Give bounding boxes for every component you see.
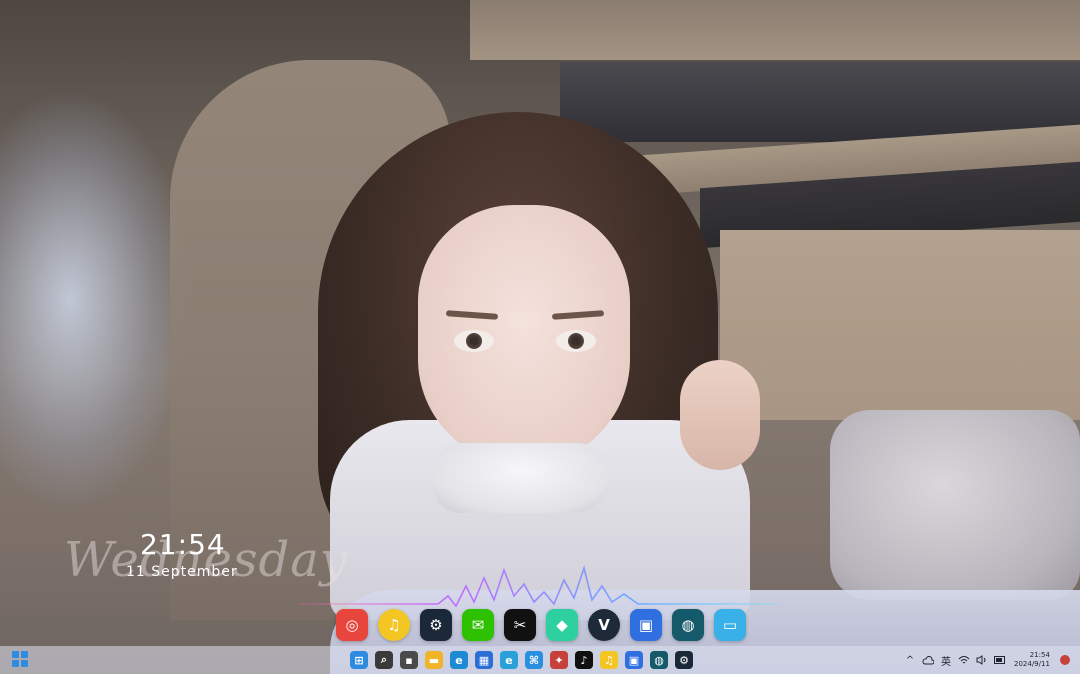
dock-app-wps[interactable]: ◆ <box>546 609 578 641</box>
dock-app-wechat[interactable]: ✉ <box>462 609 494 641</box>
wallpaper-pillow <box>830 410 1080 600</box>
tray-date: 2024/9/11 <box>1014 660 1050 668</box>
tray-overflow-button[interactable]: ^ <box>904 653 916 667</box>
widgets-icon[interactable] <box>12 651 28 667</box>
battery-icon[interactable] <box>994 653 1006 667</box>
wallpaper-figure-arm <box>680 360 760 470</box>
taskbar-app-tiktok[interactable]: ♪ <box>575 651 593 669</box>
wallpaper-figure-eye <box>454 330 494 352</box>
microsoft-store-icon: ▦ <box>478 653 490 667</box>
steam-icon: ⚙ <box>679 653 689 667</box>
screenshot-tool-icon: ▣ <box>628 653 640 667</box>
start-icon: ⊞ <box>354 653 364 667</box>
clock-date: 11 September <box>126 564 238 580</box>
taskbar-apps: ⊞ ⌕ ▪ ▬ e ▦ e ⌘ ✦ ♪ ♫ ▣ ◍ ⚙ <box>350 650 693 670</box>
ime-indicator[interactable]: 英 <box>940 653 952 668</box>
taskbar-app-xbox-app[interactable]: ◍ <box>650 651 668 669</box>
dock-app-netease-music[interactable]: ◎ <box>336 609 368 641</box>
netease-music-icon: ◎ <box>345 616 359 634</box>
cloud-icon[interactable] <box>922 653 934 667</box>
dock-app-capcut[interactable]: ✂ <box>504 609 536 641</box>
wallpaper-wall <box>720 230 1080 420</box>
app-dock: ◎ ♫ ⚙ ✉ ✂ ◆ V ▣ ◍ ▭ <box>336 607 746 643</box>
wifi-icon[interactable] <box>958 653 970 667</box>
taskbar-app-search[interactable]: ⌕ <box>375 651 393 669</box>
taskbar-app-steam[interactable]: ⚙ <box>675 651 693 669</box>
wallpaper-figure-eye <box>556 330 596 352</box>
tiktok-icon: ♪ <box>580 653 588 667</box>
taskbar-app-screenshot-tool[interactable]: ▣ <box>625 651 643 669</box>
vivaldi-icon: V <box>598 616 610 634</box>
wps-icon: ◆ <box>556 616 568 634</box>
taskbar-app-start[interactable]: ⊞ <box>350 651 368 669</box>
dock-app-desktop[interactable]: ▭ <box>714 609 746 641</box>
search-icon: ⌕ <box>380 653 388 666</box>
dock-app-vivaldi[interactable]: V <box>588 609 620 641</box>
taskbar-app-task-view[interactable]: ▪ <box>400 651 418 669</box>
visualizer-wave <box>298 565 778 608</box>
tray-clock[interactable]: 21:54 2024/9/11 <box>1014 651 1050 669</box>
taskbar-app-anki[interactable]: ✦ <box>550 651 568 669</box>
file-explorer-icon: ▬ <box>428 653 440 667</box>
steam-icon: ⚙ <box>429 616 443 634</box>
anki-icon: ✦ <box>554 653 564 667</box>
capcut-icon: ✂ <box>513 616 527 634</box>
desktop-icon: ▭ <box>722 616 738 634</box>
taskbar-app-microsoft-store[interactable]: ▦ <box>475 651 493 669</box>
clock-time: 21:54 <box>140 528 226 561</box>
edge-icon: e <box>455 653 463 667</box>
edge-beta-icon: e <box>505 653 513 667</box>
visual-studio-code-icon: ⌘ <box>528 653 540 667</box>
taskbar-app-qq-music[interactable]: ♫ <box>600 651 618 669</box>
volume-icon[interactable] <box>976 653 988 667</box>
qq-music-icon: ♫ <box>604 653 614 667</box>
wallpaper-cloth <box>434 443 610 513</box>
system-tray: ^ 英 21:54 2024/9/11 <box>904 648 1070 672</box>
notification-icon[interactable] <box>1059 655 1070 665</box>
dock-app-screenshot-tool[interactable]: ▣ <box>630 609 662 641</box>
dock-app-qq-music[interactable]: ♫ <box>378 609 410 641</box>
xbox-app-icon: ◍ <box>654 653 664 667</box>
wallpaper-figure-face <box>418 205 630 465</box>
taskbar-app-edge[interactable]: e <box>450 651 468 669</box>
tray-time: 21:54 <box>1029 651 1050 659</box>
audio-visualizer <box>298 565 778 608</box>
dock-app-xbox-app[interactable]: ◍ <box>672 609 704 641</box>
taskbar-app-visual-studio-code[interactable]: ⌘ <box>525 651 543 669</box>
dock-app-steam[interactable]: ⚙ <box>420 609 452 641</box>
wechat-icon: ✉ <box>471 616 485 634</box>
taskbar-app-edge-beta[interactable]: e <box>500 651 518 669</box>
xbox-app-icon: ◍ <box>681 616 695 634</box>
taskbar-app-file-explorer[interactable]: ▬ <box>425 651 443 669</box>
screenshot-tool-icon: ▣ <box>638 616 654 634</box>
qq-music-icon: ♫ <box>387 616 401 634</box>
task-view-icon: ▪ <box>405 653 413 667</box>
wallpaper-shelf <box>470 0 1080 60</box>
